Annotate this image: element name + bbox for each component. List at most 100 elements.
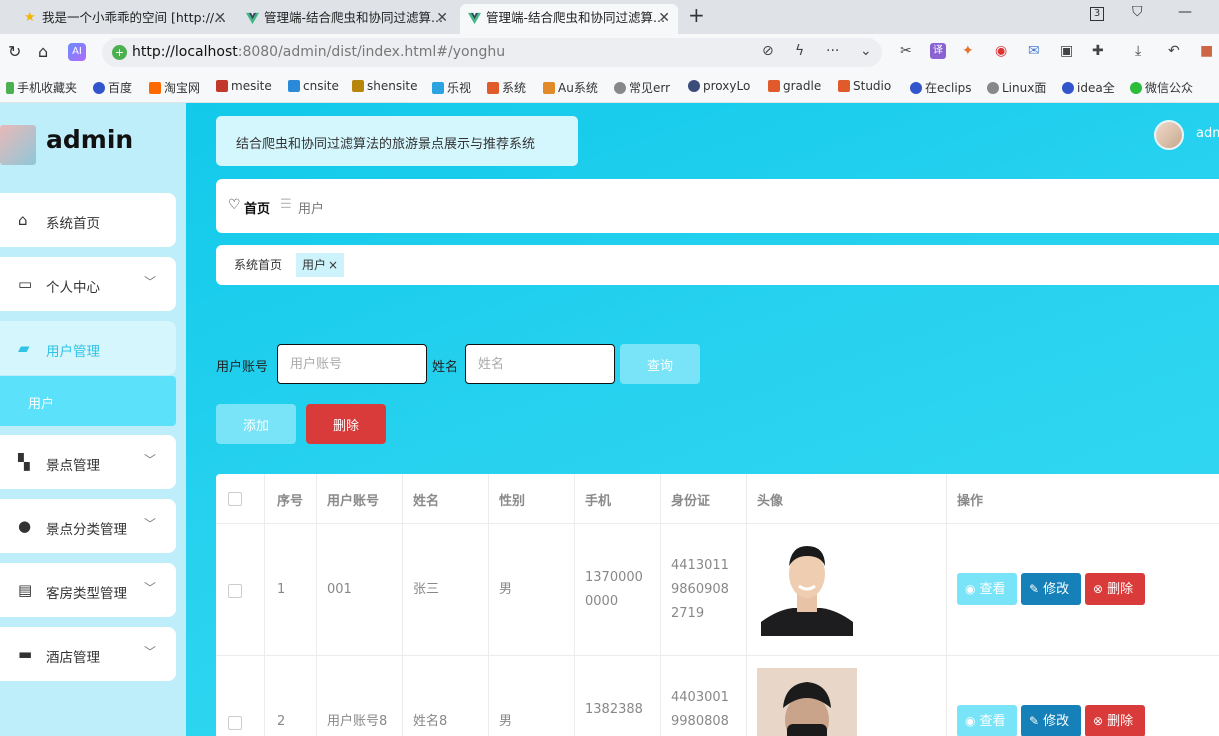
minimize-icon[interactable]: — [1178,4,1192,20]
bookmark-icon[interactable]: ▣ [1060,43,1073,59]
bookmark-label: 微信公众 [1145,81,1194,95]
sidebar-item-label: 客房类型管理 [46,586,127,602]
bookmark-label: Au系统 [558,81,598,95]
eye-icon[interactable]: ◉ [995,43,1007,59]
account-search-input[interactable] [277,344,427,384]
url-host: http://localhost [132,44,238,60]
cell-name: 姓名8 [413,714,448,729]
bookmark-item[interactable]: Studio [838,79,891,93]
sidebar-subitem-label: 用户 [28,397,55,412]
scissors-icon[interactable]: ✂ [900,43,912,59]
bookmark-item[interactable]: idea全 [1062,79,1115,96]
shield-icon: + [112,45,127,60]
tab-count-badge[interactable]: 3 [1090,7,1104,21]
bookmark-label: proxyLo [703,79,751,93]
bookmark-item[interactable]: gradle [768,79,821,93]
edit-button[interactable]: ✎ 修改 [1021,573,1081,605]
account-search-label: 用户账号 [216,360,269,375]
tag-user[interactable]: 用户 × [296,253,345,277]
bookmark-item[interactable]: Linux面 [987,79,1046,96]
compass-icon[interactable]: ⊘ [762,43,774,59]
bookmark-item[interactable]: 在eclips [910,79,972,96]
bookmark-item[interactable]: 淘宝网 [149,79,200,96]
undo-icon[interactable]: ↶ [1168,43,1180,59]
sidebar-subitem-user[interactable]: 用户 [0,376,176,426]
edit-button[interactable]: ✎ 修改 [1021,705,1081,736]
bookmark-item[interactable]: 系统 [487,79,526,96]
user-table: 序号 用户账号 姓名 性别 手机 身份证 头像 操作 1 001 张三 男 13… [216,474,1219,736]
close-icon[interactable]: ✕ [658,4,670,32]
translate-icon[interactable]: 译 [930,43,946,59]
url-text[interactable]: http://localhost:8080/admin/dist/index.h… [132,44,505,60]
chevron-down-icon[interactable]: ⌄ [860,43,872,59]
username[interactable]: admin [1196,126,1219,141]
browser-tab-3[interactable]: 管理端-结合爬虫和协同过滤算... ✕ [460,4,678,34]
name-search-label: 姓名 [432,360,459,375]
sidebar-item-home[interactable]: ⌂ 系统首页 [0,193,176,247]
bookmark-item[interactable]: mesite [216,79,272,93]
new-tab-button[interactable]: + [688,3,705,27]
header-account: 用户账号 [327,494,380,509]
briefcase-icon[interactable]: ■ [1200,43,1213,59]
header-avatar: 头像 [757,494,784,509]
download-icon[interactable]: ⤓ [1135,43,1141,59]
bookmark-item[interactable]: 乐视 [432,79,471,96]
bookmark-item[interactable]: cnsite [288,79,339,93]
row-checkbox[interactable] [228,584,242,598]
sidebar-item-profile[interactable]: ▭ 个人中心 ﹀ [0,257,176,311]
reload-icon[interactable]: ↻ [8,42,21,61]
cell-account: 001 [327,582,352,597]
home-icon[interactable]: ⌂ [38,42,48,61]
sidebar: admin ⌂ 系统首页 ▭ 个人中心 ﹀ ▰ 用户管理 用户 ▚ 景点管理 ﹀… [0,103,186,736]
name-search-input[interactable] [465,344,615,384]
browser-tab-1[interactable]: ★ 我是一个小乖乖的空间 [http://... ✕ [16,4,234,34]
sidebar-item-attractions[interactable]: ▚ 景点管理 ﹀ [0,435,176,489]
bookmarks-bar: 手机收藏夹 百度 淘宝网 mesite cnsite shensite 乐视 系… [0,71,1219,103]
eye-icon: ◉ [965,582,976,596]
lightning-icon[interactable]: ϟ [795,43,804,59]
header-name: 姓名 [413,494,440,509]
game-icon[interactable]: ✦ [962,43,974,59]
view-button[interactable]: ◉ 查看 [957,705,1017,736]
close-icon[interactable]: ✕ [214,4,226,32]
app-logo [0,125,36,165]
row-delete-button[interactable]: ⊗ 删除 [1085,573,1145,605]
bookmark-item[interactable]: proxyLo [688,79,750,93]
bookmark-item[interactable]: 常见err [614,79,670,96]
avatar[interactable] [1154,120,1184,150]
more-icon[interactable]: ··· [826,43,839,59]
header-phone: 手机 [585,494,612,509]
view-button[interactable]: ◉ 查看 [957,573,1017,605]
sidebar-item-attraction-categories[interactable]: ● 景点分类管理 ﹀ [0,499,176,553]
browser-tab-2[interactable]: 管理端-结合爬虫和协同过滤算... ✕ [238,4,456,34]
bookmark-item[interactable]: shensite [352,79,418,93]
close-icon[interactable]: ✕ [436,4,448,32]
bookmark-label: 乐视 [447,81,472,95]
breadcrumb-home[interactable]: 首页 [244,198,270,217]
eye-icon: ◉ [965,714,976,728]
tag-home[interactable]: 系统首页 [228,253,288,277]
row-delete-button[interactable]: ⊗ 删除 [1085,705,1145,736]
app-title: admin [46,125,134,154]
add-button[interactable]: 添加 [216,404,296,444]
ai-assistant-icon[interactable]: AI [68,43,86,61]
close-icon[interactable]: × [328,258,338,272]
extensions-icon[interactable]: ✚ [1092,43,1104,59]
tab-title: 我是一个小乖乖的空间 [http://... [42,10,227,25]
bookmark-item[interactable]: 手机收藏夹 [6,79,77,96]
query-button[interactable]: 查询 [620,344,700,384]
mail-icon[interactable]: ✉ [1028,43,1040,59]
bookmark-item[interactable]: 百度 [93,79,132,96]
shirt-icon[interactable]: ⛉ [1132,4,1143,20]
sidebar-item-users[interactable]: ▰ 用户管理 [0,321,176,375]
delete-button[interactable]: 删除 [306,404,386,444]
sidebar-item-room-types[interactable]: ▤ 客房类型管理 ﹀ [0,563,176,617]
bookmark-item[interactable]: 微信公众 [1130,79,1193,96]
sidebar-item-hotels[interactable]: ▬ 酒店管理 ﹀ [0,627,176,681]
row-checkbox[interactable] [228,716,242,730]
select-all-checkbox[interactable] [228,492,242,506]
chevron-down-icon: ﹀ [143,275,156,289]
tab-title: 管理端-结合爬虫和协同过滤算... [486,10,665,25]
star-icon: ★ [24,10,36,25]
bookmark-item[interactable]: Au系统 [543,79,598,96]
